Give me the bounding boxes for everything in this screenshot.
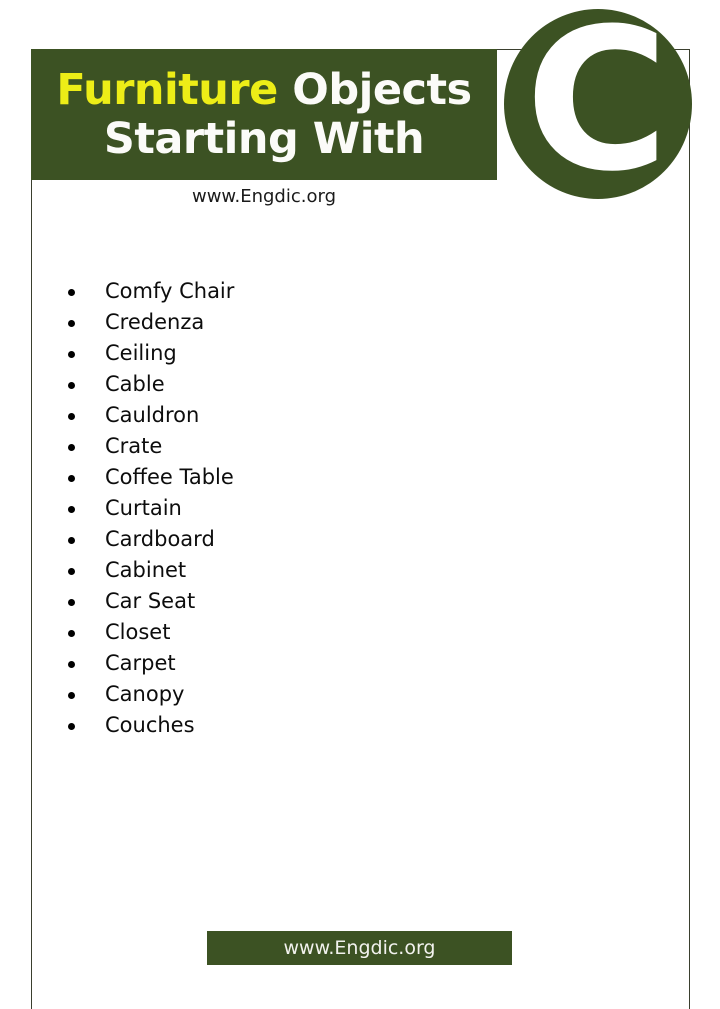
list-item: Cardboard <box>62 524 234 555</box>
page-title-accent-word: Furniture <box>56 65 278 116</box>
bullet-dot-icon <box>68 474 75 482</box>
list-item-label: Crate <box>105 434 163 458</box>
list-item-label: Car Seat <box>105 589 196 613</box>
list-item: Car Seat <box>62 586 234 617</box>
bullet-dot-icon <box>68 660 75 668</box>
site-url-subtitle: www.Engdic.org <box>191 186 336 207</box>
bullet-dot-icon <box>68 567 75 575</box>
list-item-label: Carpet <box>105 651 176 675</box>
list-item-label: Cardboard <box>105 527 215 551</box>
list-item-label: Curtain <box>105 496 182 520</box>
list-item-label: Coffee Table <box>105 465 234 489</box>
bullet-dot-icon <box>68 381 75 389</box>
list-item-label: Cauldron <box>105 403 200 427</box>
bullet-dot-icon <box>68 691 75 699</box>
list-item: Cabinet <box>62 555 234 586</box>
list-item: Crate <box>62 431 234 462</box>
list-item-label: Cable <box>105 372 165 396</box>
list-item: Carpet <box>62 648 234 679</box>
list-item: Canopy <box>62 679 234 710</box>
list-item: Comfy Chair <box>62 276 234 307</box>
footer-url-label: www.Engdic.org <box>283 936 436 959</box>
list-item: Closet <box>62 617 234 648</box>
bullet-dot-icon <box>68 288 75 296</box>
letter-badge-glyph: C <box>525 9 669 199</box>
list-item-label: Comfy Chair <box>105 279 235 303</box>
page-title-plain-word: Objects <box>277 65 472 116</box>
list-item: Credenza <box>62 307 234 338</box>
page-canvas: Furniture Objects Starting With C www.En… <box>0 0 720 1009</box>
bullet-dot-icon <box>68 629 75 637</box>
list-item: Cable <box>62 369 234 400</box>
list-item-label: Closet <box>105 620 171 644</box>
bullet-dot-icon <box>68 319 75 327</box>
letter-c-circle-badge: C <box>504 9 692 199</box>
page-title-line-2: Starting With <box>103 113 425 164</box>
bullet-dot-icon <box>68 350 75 358</box>
bullet-dot-icon <box>68 505 75 513</box>
list-item: Ceiling <box>62 338 234 369</box>
list-item: Coffee Table <box>62 462 234 493</box>
list-item: Cauldron <box>62 400 234 431</box>
bullet-dot-icon <box>68 536 75 544</box>
list-item-label: Credenza <box>105 310 205 334</box>
bullet-dot-icon <box>68 722 75 730</box>
list-item: Couches <box>62 710 234 741</box>
furniture-word-list: Comfy Chair Credenza Ceiling Cable Cauld… <box>62 276 234 741</box>
bullet-dot-icon <box>68 443 75 451</box>
list-item-label: Ceiling <box>105 341 177 365</box>
list-item-label: Couches <box>105 713 195 737</box>
list-item-label: Cabinet <box>105 558 187 582</box>
page-title-line-1: Furniture Objects <box>56 65 472 116</box>
list-item: Curtain <box>62 493 234 524</box>
bullet-dot-icon <box>68 598 75 606</box>
bullet-dot-icon <box>68 412 75 420</box>
header-title-banner: Furniture Objects Starting With <box>31 49 497 180</box>
list-item-label: Canopy <box>105 682 185 706</box>
